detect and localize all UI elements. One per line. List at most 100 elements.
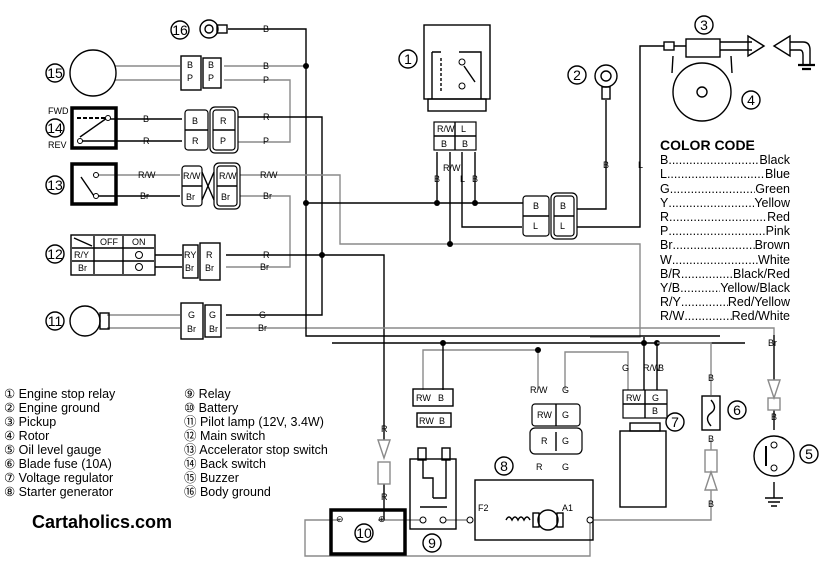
- svg-text:3: 3: [700, 17, 708, 33]
- svg-text:R: R: [536, 462, 543, 472]
- color-code-key: B: [660, 153, 669, 168]
- svg-text:B: B: [438, 393, 444, 403]
- svg-text:R/W: R/W: [260, 170, 278, 180]
- svg-text:7: 7: [671, 414, 679, 430]
- color-code-entry: W White: [660, 253, 790, 267]
- svg-text:P: P: [263, 75, 269, 85]
- svg-text:L: L: [560, 221, 565, 231]
- legend-item: ⑥ Blade fuse (10A): [4, 457, 112, 471]
- legend-item: ⑭ Back switch: [184, 457, 266, 471]
- color-code-value: Green: [755, 181, 790, 196]
- svg-text:G: G: [259, 310, 266, 320]
- svg-text:L: L: [533, 221, 538, 231]
- svg-text:R: R: [263, 250, 270, 260]
- legend-item: ⑮ Buzzer: [184, 471, 239, 485]
- svg-text:4: 4: [747, 92, 755, 108]
- svg-text:L: L: [461, 124, 466, 134]
- svg-text:B: B: [439, 416, 445, 426]
- starter-relay: [409, 388, 457, 530]
- svg-text:B: B: [143, 114, 149, 124]
- svg-text:Br: Br: [185, 263, 194, 273]
- svg-text:B: B: [462, 139, 468, 149]
- svg-text:Br: Br: [78, 263, 87, 273]
- legend-item: ④ Rotor: [4, 429, 50, 443]
- legend-item: ⑧ Starter generator: [4, 485, 114, 499]
- color-code-entry: G Green: [660, 182, 790, 196]
- svg-text:P: P: [220, 136, 226, 146]
- svg-text:RW: RW: [626, 393, 641, 403]
- svg-text:R/Y: R/Y: [74, 250, 89, 260]
- svg-text:14: 14: [47, 120, 63, 136]
- svg-text:G: G: [562, 410, 569, 420]
- svg-text:R/W: R/W: [443, 163, 461, 173]
- svg-text:8: 8: [500, 458, 508, 474]
- engine-ground-terminal: [594, 64, 618, 100]
- svg-text:ON: ON: [132, 237, 146, 247]
- svg-text:G: G: [562, 436, 569, 446]
- brand-watermark: Cartaholics.com: [32, 512, 173, 532]
- color-code-value: Yellow: [754, 195, 790, 210]
- dot-leader: [672, 253, 758, 267]
- legend-item: ① Engine stop relay: [4, 387, 116, 401]
- pickup-rotor: [663, 34, 815, 122]
- svg-text:B: B: [658, 363, 664, 373]
- color-code-entry: L Blue: [660, 167, 790, 181]
- svg-text:R/W: R/W: [437, 124, 455, 134]
- color-code-entry: R/W Red/White: [660, 309, 790, 323]
- dot-leader: [680, 281, 720, 295]
- svg-text:11: 11: [48, 313, 63, 329]
- svg-text:15: 15: [47, 65, 63, 81]
- svg-text:P: P: [208, 73, 214, 83]
- color-code-key: R: [660, 210, 670, 225]
- svg-text:R: R: [381, 492, 388, 502]
- svg-text:Br: Br: [263, 191, 272, 201]
- color-code-entry: Y/B Yellow/Black: [660, 281, 790, 295]
- engine-stop-relay: [423, 24, 491, 151]
- dot-leader: [681, 267, 733, 281]
- svg-text:B: B: [708, 499, 714, 509]
- starter-generator: [466, 403, 594, 541]
- svg-text:B: B: [652, 406, 658, 416]
- svg-text:16: 16: [172, 22, 188, 38]
- dot-leader: [673, 238, 755, 252]
- svg-text:RW: RW: [416, 393, 431, 403]
- svg-text:B: B: [771, 412, 777, 422]
- svg-text:G: G: [562, 462, 569, 472]
- svg-text:⊖: ⊖: [336, 514, 344, 524]
- svg-text:REV: REV: [48, 140, 67, 150]
- svg-text:B: B: [192, 116, 198, 126]
- legend-item: ⑬ Accelerator stop switch: [184, 443, 328, 457]
- color-code-entry: Y Yellow: [660, 196, 790, 210]
- svg-text:B: B: [263, 24, 269, 34]
- svg-text:F2: F2: [478, 503, 489, 513]
- svg-text:1: 1: [404, 51, 412, 67]
- signal-connector: [522, 192, 578, 240]
- color-code-key: Br: [660, 238, 673, 253]
- legend-item: ⑤ Oil level gauge: [4, 443, 102, 457]
- color-code-key: Y: [660, 195, 669, 210]
- svg-text:Br: Br: [140, 191, 149, 201]
- dot-leader: [684, 309, 731, 323]
- color-code-key: R/W: [660, 309, 685, 324]
- svg-text:G: G: [622, 363, 629, 373]
- svg-text:B: B: [533, 201, 539, 211]
- dot-leader: [668, 153, 759, 167]
- legend-item: ⑫ Main switch: [184, 429, 266, 443]
- buzzer-symbol: [69, 49, 117, 97]
- svg-text:R/W: R/W: [183, 171, 201, 181]
- component-legend-right: ⑨ Relay ⑩ Battery ⑪ Pilot lamp (12V, 3.4W)…: [184, 387, 328, 499]
- svg-text:10: 10: [356, 525, 372, 541]
- svg-text:G: G: [188, 310, 195, 320]
- svg-text:FWD: FWD: [48, 106, 69, 116]
- svg-text:2: 2: [573, 67, 581, 83]
- svg-text:A1: A1: [562, 503, 573, 513]
- color-code-key: G: [660, 181, 670, 196]
- svg-text:G: G: [562, 385, 569, 395]
- junction-dot: [303, 63, 309, 69]
- color-code-value: Brown: [754, 238, 790, 253]
- legend-item: ⑩ Battery: [184, 401, 239, 415]
- svg-text:B: B: [434, 174, 440, 184]
- accelerator-switch-connector: [181, 162, 241, 210]
- legend-item: ② Engine ground: [4, 401, 100, 415]
- color-code-value: Red: [767, 210, 790, 225]
